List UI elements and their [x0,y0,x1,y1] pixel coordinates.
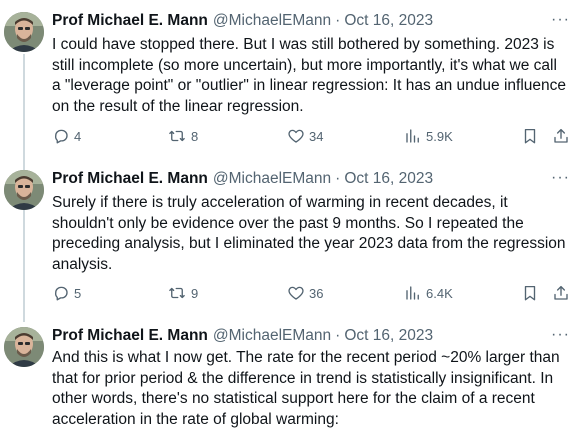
tweet-text-line: acceleration in the rate of global warmi… [52,410,339,428]
tweet-text-line: a "leverage point" or "outlier" in linea… [52,77,567,94]
share-icon [554,128,568,143]
tweet-text-line: that for prior period & the difference i… [52,369,554,387]
tweet[interactable]: Prof Michael E. Mann @MichaelEMann · Oct… [0,325,582,435]
author-handle[interactable]: @MichaelEMann [213,12,331,30]
views-icon [406,286,419,300]
author-name[interactable]: Prof Michael E. Mann [52,327,208,345]
reply-icon [54,129,68,144]
views-count: 5.9K [426,128,453,144]
tweet-text: Surely if there is truly acceleration of… [52,193,570,275]
like-button[interactable]: 36 [287,284,323,302]
tweet-text-line: preceding analysis, but I eliminated the… [52,235,566,252]
tweet[interactable]: Prof Michael E. Mann @MichaelEMann · Oct… [0,10,582,160]
tweet-text-line: still incomplete (so more uncertain), bu… [52,56,557,74]
author-handle[interactable]: @MichaelEMann [213,327,331,345]
author-handle[interactable]: @MichaelEMann [213,170,331,188]
reply-count: 4 [74,128,82,144]
views-count: 6.4K [426,285,453,301]
more-options-icon[interactable]: ··· [551,327,570,343]
reply-icon [54,286,68,301]
tweet-text-line: Surely if there is truly acceleration of… [52,194,508,211]
share-icon [554,285,568,300]
share-button[interactable] [552,284,570,302]
views-button[interactable]: 6.4K [404,284,453,302]
repost-count: 8 [191,128,199,144]
author-name[interactable]: Prof Michael E. Mann [52,170,208,188]
more-options-icon[interactable]: ··· [551,170,570,186]
tweet-date[interactable]: Oct 16, 2023 [344,327,433,345]
repost-count: 9 [191,285,199,301]
bookmark-icon [524,285,536,301]
repost-button[interactable]: 9 [167,284,198,302]
tweet-actions: 5 9 36 6.4K [52,284,572,304]
avatar[interactable] [4,327,44,367]
tweet[interactable]: Prof Michael E. Mann @MichaelEMann · Oct… [0,168,582,318]
share-button[interactable] [552,127,570,145]
repost-button[interactable]: 8 [167,127,198,145]
tweet-text-line: other words, there's no statistical supp… [52,390,535,407]
tweet-actions: 4 8 34 5.9K [52,127,572,147]
bookmark-button[interactable] [521,127,539,145]
like-count: 36 [309,285,324,301]
repost-icon [169,287,185,299]
tweet-text: I could have stopped there. But I was st… [52,35,570,117]
tweet-text-line: on the result of the linear regression. [52,97,304,115]
separator-dot: · [335,327,341,344]
reply-button[interactable]: 5 [52,284,81,302]
views-button[interactable]: 5.9K [404,127,453,145]
reply-count: 5 [74,285,82,301]
like-icon [288,286,304,300]
tweet-text-line: analysis. [52,255,113,273]
separator-dot: · [335,170,341,187]
bookmark-icon [524,128,536,144]
like-icon [288,129,304,143]
like-button[interactable]: 34 [287,127,323,145]
more-options-icon[interactable]: ··· [551,12,570,28]
bookmark-button[interactable] [521,284,539,302]
separator-dot: · [335,12,341,29]
tweet-text: And this is what I now get. The rate for… [52,348,570,430]
tweet-date[interactable]: Oct 16, 2023 [344,12,433,30]
views-icon [406,129,419,143]
tweet-text-line: shouldn't only be evidence over the past… [52,214,524,232]
reply-button[interactable]: 4 [52,127,81,145]
tweet-text-line: I could have stopped there. But I was st… [52,36,555,53]
tweet-text-line: And this is what I now get. The rate for… [52,349,560,366]
like-count: 34 [309,128,324,144]
tweet-date[interactable]: Oct 16, 2023 [344,170,433,188]
author-name[interactable]: Prof Michael E. Mann [52,12,208,30]
repost-icon [169,130,185,142]
avatar[interactable] [4,12,44,52]
avatar[interactable] [4,170,44,210]
